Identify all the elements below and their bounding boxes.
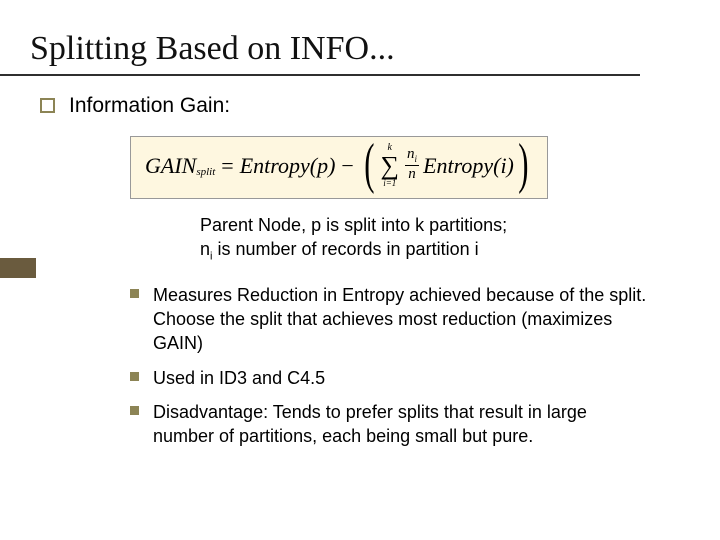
filled-square-icon — [130, 372, 139, 381]
formula: GAINsplit = Entropy(p) − ( k ∑ i=1 ni n … — [145, 143, 533, 188]
formula-caption: Parent Node, p is split into k partition… — [200, 213, 680, 265]
frac-den: n — [408, 166, 416, 182]
list-item: Measures Reduction in Entropy achieved b… — [130, 283, 650, 356]
formula-lhs: GAIN — [145, 153, 196, 179]
filled-square-icon — [130, 289, 139, 298]
caption-line2: ni is number of records in partition i — [200, 237, 680, 264]
caption-rest: is number of records in partition i — [212, 239, 478, 259]
filled-square-icon — [130, 406, 139, 415]
fraction: ni n — [405, 147, 419, 182]
point-2: Used in ID3 and C4.5 — [153, 366, 325, 390]
frac-num-sub: i — [415, 154, 418, 164]
minus-sign: − — [341, 153, 353, 179]
sub-bullet-list: Measures Reduction in Entropy achieved b… — [40, 283, 680, 449]
frac-num-sym: n — [407, 146, 415, 162]
slide: Splitting Based on INFO... Information G… — [0, 0, 720, 540]
sum-lower: i=1 — [383, 179, 396, 188]
caption-line1: Parent Node, p is split into k partition… — [200, 213, 680, 237]
entropy-i: Entropy(i) — [423, 153, 514, 179]
formula-box: GAINsplit = Entropy(p) − ( k ∑ i=1 ni n … — [130, 136, 548, 199]
list-item: Used in ID3 and C4.5 — [130, 366, 650, 390]
equals-sign: = — [221, 153, 233, 179]
title-underline — [0, 74, 640, 76]
hollow-square-icon — [40, 98, 55, 113]
slide-body: Information Gain: GAINsplit = Entropy(p)… — [0, 94, 720, 449]
summation: k ∑ i=1 — [381, 143, 400, 188]
caption-n: n — [200, 239, 210, 259]
entropy-p: Entropy(p) — [240, 153, 336, 179]
bullet-level1: Information Gain: — [40, 94, 680, 118]
point-3: Disadvantage: Tends to prefer splits tha… — [153, 400, 650, 449]
heading-text: Information Gain: — [69, 94, 230, 118]
formula-lhs-sub: split — [196, 166, 215, 178]
slide-title: Splitting Based on INFO... — [0, 0, 720, 74]
list-item: Disadvantage: Tends to prefer splits tha… — [130, 400, 650, 449]
accent-bar — [0, 258, 36, 278]
sigma-icon: ∑ — [381, 153, 400, 179]
point-1: Measures Reduction in Entropy achieved b… — [153, 283, 650, 356]
